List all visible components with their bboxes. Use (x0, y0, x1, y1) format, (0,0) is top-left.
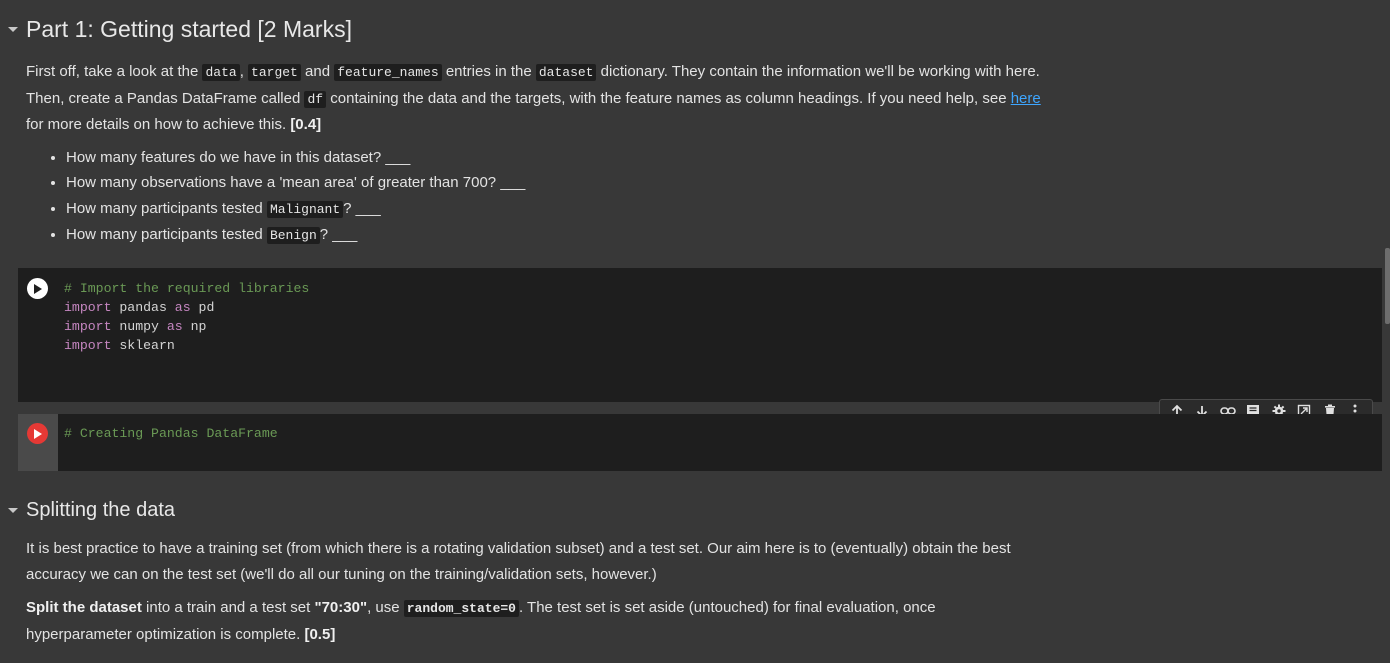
section-title: Splitting the data (26, 499, 175, 521)
play-icon (34, 428, 42, 439)
inline-code: dataset (535, 64, 597, 81)
splitting-paragraph: It is best practice to have a training s… (26, 540, 1011, 583)
section-header-part1[interactable]: Part 1: Getting started [2 Marks] (0, 16, 352, 43)
split-instructions-paragraph: Split the dataset into a train and a tes… (26, 599, 936, 643)
run-cell-button[interactable] (27, 278, 48, 299)
section-header-splitting[interactable]: Splitting the data (0, 499, 175, 522)
inline-code: random_state=0 (403, 600, 519, 617)
scrollbar[interactable] (1385, 248, 1390, 324)
instructions-paragraph: First off, take a look at the data, targ… (26, 63, 1041, 133)
inline-code: target (248, 64, 301, 81)
list-item: How many participants tested Malignant? … (66, 196, 525, 222)
code-editor[interactable]: # Creating Pandas DataFrame (64, 424, 278, 443)
questions-list: How many features do we have in this dat… (26, 145, 525, 248)
code-cell-dataframe[interactable]: # Creating Pandas DataFrame (18, 414, 1382, 471)
inline-code: data (202, 64, 240, 81)
inline-code: feature_names (334, 64, 442, 81)
marks-label: [0.4] (290, 116, 322, 133)
list-item: How many participants tested Benign? ___ (66, 222, 525, 248)
help-link[interactable]: here (1011, 90, 1041, 107)
list-item: How many features do we have in this dat… (66, 145, 525, 170)
section-title: Part 1: Getting started [2 Marks] (26, 16, 352, 42)
code-cell-imports[interactable]: # Import the required libraries import p… (18, 268, 1382, 402)
collapse-caret-icon[interactable] (0, 20, 26, 40)
collapse-caret-icon[interactable] (0, 501, 26, 521)
inline-code: df (304, 90, 327, 108)
marks-label: [0.5] (304, 625, 336, 643)
play-icon (34, 283, 42, 294)
inline-code: Malignant (266, 200, 344, 218)
code-editor[interactable]: # Import the required libraries import p… (64, 279, 309, 355)
run-cell-button[interactable] (27, 423, 48, 444)
inline-code: Benign (266, 226, 320, 244)
list-item: How many observations have a 'mean area'… (66, 170, 525, 195)
